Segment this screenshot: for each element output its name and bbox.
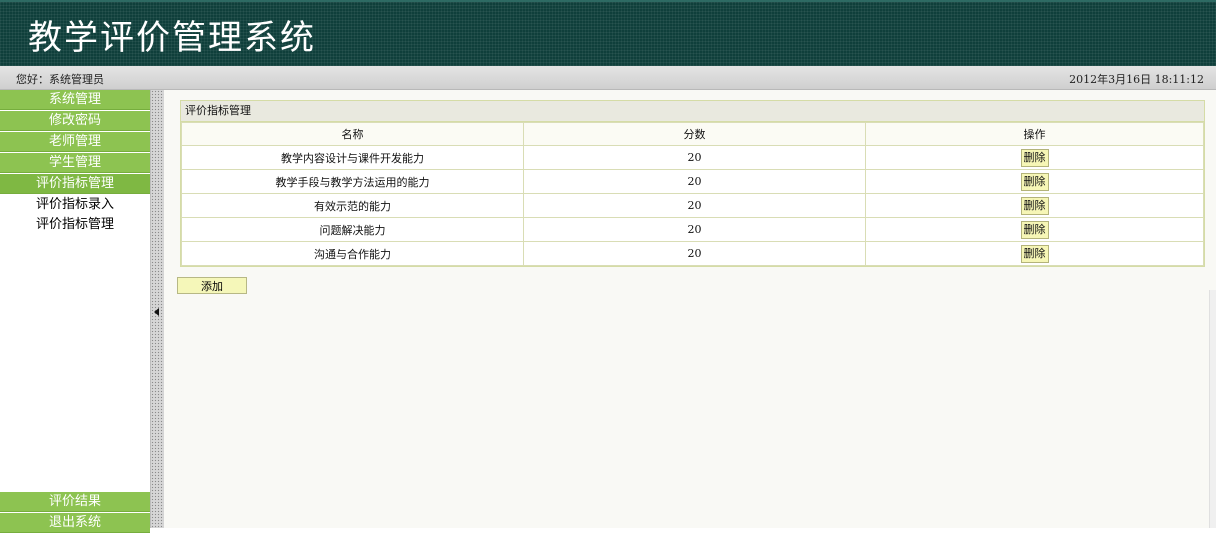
current-datetime: 2012年3月16日 18:11:12 bbox=[1069, 73, 1204, 86]
add-button[interactable]: 添加 bbox=[177, 277, 247, 294]
sidebar: 系统管理 修改密码 老师管理 学生管理 评价指标管理 评价指标录入 评价指标管理… bbox=[0, 90, 150, 533]
sidebar-item-results[interactable]: 评价结果 bbox=[0, 492, 150, 512]
sidebar-splitter[interactable] bbox=[150, 90, 164, 528]
cell-action: 删除 bbox=[865, 241, 1204, 266]
sidebar-item-teachers[interactable]: 老师管理 bbox=[0, 132, 150, 152]
user-greeting: 您好：系统管理员 bbox=[16, 73, 104, 86]
table-row: 教学内容设计与课件开发能力 20 删除 bbox=[181, 145, 1204, 170]
criteria-panel: 评价指标管理 名称 分数 操作 教学内容设计与课件开发能力 20 删除 教学手段… bbox=[180, 100, 1205, 267]
cell-score: 20 bbox=[523, 145, 866, 170]
cell-name: 教学手段与教学方法运用的能力 bbox=[181, 169, 524, 194]
cell-score: 20 bbox=[523, 241, 866, 266]
cell-action: 删除 bbox=[865, 193, 1204, 218]
cell-action: 删除 bbox=[865, 169, 1204, 194]
user-bar: 您好：系统管理员 2012年3月16日 18:11:12 bbox=[0, 66, 1216, 90]
cell-action: 删除 bbox=[865, 217, 1204, 242]
cell-score: 20 bbox=[523, 193, 866, 218]
cell-name: 教学内容设计与课件开发能力 bbox=[181, 145, 524, 170]
cell-action: 删除 bbox=[865, 145, 1204, 170]
cell-name: 沟通与合作能力 bbox=[181, 241, 524, 266]
panel-title: 评价指标管理 bbox=[181, 101, 1204, 122]
cell-name: 有效示范的能力 bbox=[181, 193, 524, 218]
sidebar-item-criteria[interactable]: 评价指标管理 bbox=[0, 174, 150, 194]
delete-button[interactable]: 删除 bbox=[1020, 172, 1049, 191]
delete-button[interactable]: 删除 bbox=[1020, 220, 1049, 239]
collapse-arrow-icon[interactable] bbox=[154, 308, 159, 316]
sidebar-item-logout[interactable]: 退出系统 bbox=[0, 513, 150, 533]
cell-score: 20 bbox=[523, 169, 866, 194]
column-header-action: 操作 bbox=[865, 122, 1204, 146]
table-row: 沟通与合作能力 20 删除 bbox=[181, 241, 1204, 266]
table-row: 教学手段与教学方法运用的能力 20 删除 bbox=[181, 169, 1204, 194]
main-content: 评价指标管理 名称 分数 操作 教学内容设计与课件开发能力 20 删除 教学手段… bbox=[164, 90, 1216, 528]
delete-button[interactable]: 删除 bbox=[1020, 244, 1049, 263]
app-title: 教学评价管理系统 bbox=[28, 18, 316, 58]
table-row: 问题解决能力 20 删除 bbox=[181, 217, 1204, 242]
app-header: 教学评价管理系统 bbox=[0, 0, 1216, 66]
column-header-score: 分数 bbox=[523, 122, 866, 146]
sidebar-item-students[interactable]: 学生管理 bbox=[0, 153, 150, 173]
delete-button[interactable]: 删除 bbox=[1020, 196, 1049, 215]
cell-score: 20 bbox=[523, 217, 866, 242]
sidebar-item-system[interactable]: 系统管理 bbox=[0, 90, 150, 110]
submenu-item-criteria-entry[interactable]: 评价指标录入 bbox=[0, 195, 150, 215]
delete-button[interactable]: 删除 bbox=[1020, 148, 1049, 167]
criteria-table: 名称 分数 操作 教学内容设计与课件开发能力 20 删除 教学手段与教学方法运用… bbox=[181, 122, 1204, 266]
table-header-row: 名称 分数 操作 bbox=[181, 122, 1204, 146]
cell-name: 问题解决能力 bbox=[181, 217, 524, 242]
table-row: 有效示范的能力 20 删除 bbox=[181, 193, 1204, 218]
content-scrollbar[interactable] bbox=[1209, 290, 1216, 528]
column-header-name: 名称 bbox=[181, 122, 524, 146]
submenu-item-criteria-manage[interactable]: 评价指标管理 bbox=[0, 215, 150, 235]
sidebar-item-change-password[interactable]: 修改密码 bbox=[0, 111, 150, 131]
